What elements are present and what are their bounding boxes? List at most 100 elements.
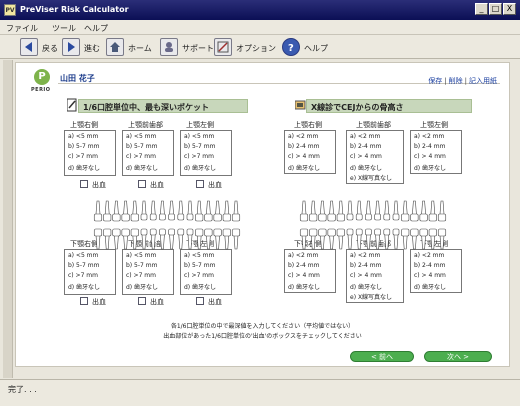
bone-upper-options-2[interactable]: a) <2 mm b) 2-4 mm c) > 4 mm d) 歯牙なし [410, 130, 462, 174]
option-item[interactable]: b) 5-7 mm [184, 143, 215, 150]
tooth-icon [428, 228, 437, 250]
pocket-upper-options-0[interactable]: a) <5 mm b) 5-7 mm c) >7 mm d) 歯牙なし [64, 130, 116, 176]
bone-upper-options-1[interactable]: a) <2 mm b) 2-4 mm c) > 4 mm d) 歯牙なし e) X線写真… [346, 130, 404, 184]
tooth-icon [121, 200, 130, 222]
instruction-line-2: 出血部位があった1/6口腔単位の'出血'のボックスをチェックしてください [163, 333, 362, 340]
option-item[interactable]: a) <2 mm [288, 252, 318, 259]
tooth-icon [130, 228, 139, 250]
option-item[interactable]: d) 歯牙なし [126, 282, 158, 291]
option-item[interactable]: a) <5 mm [126, 133, 156, 140]
option-item[interactable]: c) > 4 mm [414, 272, 446, 279]
option-item[interactable]: b) 2-4 mm [350, 262, 381, 269]
option-item[interactable]: c) >7 mm [184, 272, 214, 279]
option-item[interactable]: b) 2-4 mm [288, 143, 319, 150]
option-item[interactable]: c) >7 mm [126, 153, 156, 160]
option-item[interactable]: a) <2 mm [350, 252, 380, 259]
pocket-upper-label-0: 上顎右側 [70, 121, 98, 129]
option-item[interactable]: a) <5 mm [126, 252, 156, 259]
option-item[interactable]: a) <2 mm [414, 252, 444, 259]
option-item[interactable]: b) 5-7 mm [126, 262, 157, 269]
option-item[interactable]: a) <5 mm [68, 252, 98, 259]
option-item[interactable]: b) 5-7 mm [126, 143, 157, 150]
bone-upper-label-0: 上顎右側 [294, 121, 322, 129]
option-item[interactable]: c) > 4 mm [350, 272, 382, 279]
tooth-icon [419, 228, 428, 250]
minimize-button[interactable]: _ [475, 3, 488, 15]
tooth-icon [336, 200, 345, 222]
tooth-icon [204, 200, 213, 222]
tooth-icon [222, 228, 231, 250]
next-button[interactable]: 次へ > [424, 351, 492, 362]
save-link[interactable]: 保存 [428, 77, 442, 85]
option-item[interactable]: d) 歯牙なし [68, 163, 100, 172]
tooth-icon [93, 228, 103, 250]
status-bar: 完了. . . [0, 379, 520, 406]
checkbox[interactable] [196, 180, 204, 188]
option-item[interactable]: d) 歯牙なし [288, 163, 320, 172]
pocket-lower-options-0[interactable]: a) <5 mm b) 5-7 mm c) >7 mm d) 歯牙なし [64, 249, 116, 295]
tooth-icon [177, 228, 185, 250]
option-item[interactable]: a) <5 mm [184, 133, 214, 140]
checkbox[interactable] [138, 180, 146, 188]
option-item[interactable]: c) >7 mm [184, 153, 214, 160]
option-item[interactable]: b) 2-4 mm [414, 143, 445, 150]
option-item[interactable]: d) 歯牙なし [68, 282, 100, 291]
option-item[interactable]: e) X線写真なし [350, 173, 392, 182]
maximize-button[interactable]: □ [489, 3, 502, 15]
tooth-icon [374, 200, 381, 221]
option-item[interactable]: c) >7 mm [68, 153, 98, 160]
option-item[interactable]: e) X線写真なし [350, 292, 392, 301]
option-item[interactable]: d) 歯牙なし [184, 163, 216, 172]
option-item[interactable]: c) > 4 mm [288, 153, 320, 160]
option-item[interactable]: b) 2-4 mm [414, 262, 445, 269]
option-item[interactable]: a) <2 mm [414, 133, 444, 140]
bone-lower-options-0[interactable]: a) <2 mm b) 2-4 mm c) > 4 mm d) 歯牙なし [284, 249, 336, 293]
pocket-upper-options-1[interactable]: a) <5 mm b) 5-7 mm c) >7 mm d) 歯牙なし [122, 130, 174, 176]
bone-lower-options-1[interactable]: a) <2 mm b) 2-4 mm c) > 4 mm d) 歯牙なし e) X線写真… [346, 249, 404, 303]
checkbox[interactable] [196, 297, 204, 305]
option-item[interactable]: d) 歯牙なし [126, 163, 158, 172]
checkbox[interactable] [80, 297, 88, 305]
option-item[interactable]: d) 歯牙なし [184, 282, 216, 291]
pencil-icon [67, 98, 77, 112]
option-item[interactable]: b) 5-7 mm [68, 143, 99, 150]
menu-tools[interactable]: ツール [52, 23, 76, 34]
checkbox[interactable] [80, 180, 88, 188]
option-item[interactable]: b) 5-7 mm [68, 262, 99, 269]
option-item[interactable]: c) > 4 mm [414, 153, 446, 160]
form-link[interactable]: 記入用紙 [469, 77, 497, 85]
pocket-lower-options-1[interactable]: a) <5 mm b) 5-7 mm c) >7 mm d) 歯牙なし [122, 249, 174, 295]
option-item[interactable]: d) 歯牙なし [414, 163, 446, 172]
menu-help[interactable]: ヘルプ [84, 23, 108, 34]
pocket-upper-options-2[interactable]: a) <5 mm b) 5-7 mm c) >7 mm d) 歯牙なし [180, 130, 232, 176]
option-item[interactable]: c) > 4 mm [288, 272, 320, 279]
option-item[interactable]: d) 歯牙なし [414, 282, 446, 291]
checkbox[interactable] [138, 297, 146, 305]
app-icon: PV [4, 4, 16, 16]
tooth-icon [195, 228, 204, 250]
bleeding-label: 出血 [92, 298, 106, 306]
close-button[interactable]: X [503, 3, 516, 15]
bone-upper-options-0[interactable]: a) <2 mm b) 2-4 mm c) > 4 mm d) 歯牙なし [284, 130, 336, 174]
option-item[interactable]: a) <2 mm [288, 133, 318, 140]
option-item[interactable]: c) >7 mm [126, 272, 156, 279]
option-item[interactable]: c) > 4 mm [350, 153, 382, 160]
option-item[interactable]: d) 歯牙なし [288, 282, 320, 291]
option-item[interactable]: d) 歯牙なし [350, 282, 382, 291]
tooth-icon [392, 200, 400, 221]
option-item[interactable]: b) 5-7 mm [184, 262, 215, 269]
option-item[interactable]: c) >7 mm [68, 272, 98, 279]
pocket-lower-options-2[interactable]: a) <5 mm b) 5-7 mm c) >7 mm d) 歯牙なし [180, 249, 232, 295]
option-item[interactable]: a) <2 mm [350, 133, 380, 140]
option-item[interactable]: d) 歯牙なし [350, 163, 382, 172]
option-item[interactable]: b) 2-4 mm [288, 262, 319, 269]
bone-lower-options-2[interactable]: a) <2 mm b) 2-4 mm c) > 4 mm d) 歯牙なし [410, 249, 462, 293]
tooth-icon [346, 200, 354, 221]
help-label: ヘルプ [304, 44, 328, 53]
option-item[interactable]: b) 2-4 mm [350, 143, 381, 150]
option-item[interactable]: a) <5 mm [184, 252, 214, 259]
menu-file[interactable]: ファイル [6, 23, 38, 34]
prev-button[interactable]: < 前へ [350, 351, 414, 362]
option-item[interactable]: a) <5 mm [68, 133, 98, 140]
delete-link[interactable]: 削除 [449, 77, 463, 85]
